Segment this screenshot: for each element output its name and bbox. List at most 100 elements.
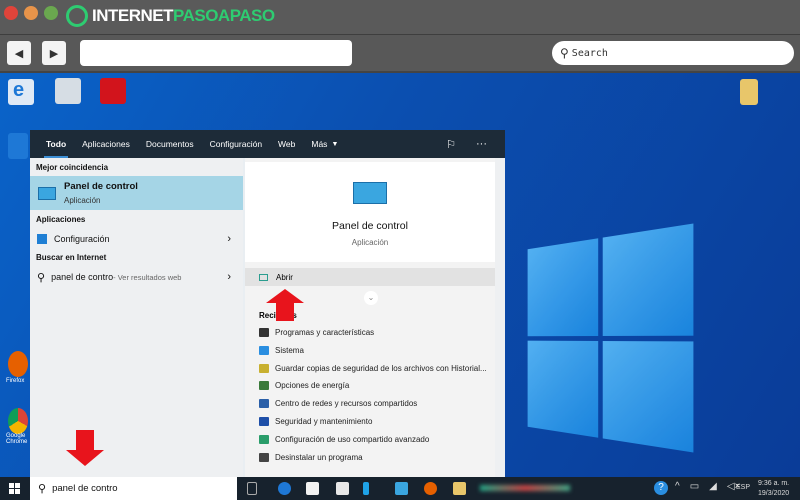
- back-button[interactable]: ◀: [7, 41, 31, 65]
- blurred-taskbar-item: [480, 485, 570, 491]
- recent-item[interactable]: Desinstalar un programa: [259, 453, 363, 462]
- tab-configuracion[interactable]: Configuración: [202, 130, 270, 158]
- chevron-right-icon: ›: [227, 233, 231, 245]
- search-icon: ⚲: [38, 482, 46, 495]
- internet-explorer-icon[interactable]: e: [8, 79, 34, 105]
- caret-down-icon: ▼: [331, 141, 338, 148]
- browser-search-input[interactable]: ⚲ Search: [552, 41, 794, 65]
- recent-item[interactable]: Centro de redes y recursos compartidos: [259, 399, 417, 408]
- app-icon[interactable]: [363, 482, 369, 495]
- recent-item-icon: [259, 346, 269, 355]
- recent-item[interactable]: Guardar copias de seguridad de los archi…: [259, 364, 487, 373]
- app-result-label: Configuración: [54, 234, 110, 244]
- settings-gear-icon: [37, 234, 47, 244]
- clock-date: 19/3/2020: [758, 489, 789, 499]
- recent-item-label: Configuración de uso compartido avanzado: [275, 435, 429, 444]
- apps-header: Aplicaciones: [36, 215, 85, 224]
- site-logo: INTERNET PASOAPASO: [66, 3, 275, 29]
- more-options-icon[interactable]: ···: [476, 138, 487, 151]
- recent-item-label: Seguridad y mantenimiento: [275, 417, 372, 426]
- preview-title: Panel de control: [245, 220, 495, 232]
- chevron-up-icon[interactable]: ^: [675, 481, 680, 492]
- search-icon: ⚲: [37, 271, 45, 284]
- best-match-header: Mejor coincidencia: [36, 163, 108, 172]
- recent-item-icon: [259, 328, 269, 337]
- recent-item-label: Sistema: [275, 346, 304, 355]
- tab-mas[interactable]: Más ▼: [303, 130, 346, 158]
- recent-item[interactable]: Opciones de energía: [259, 381, 349, 390]
- scrollbar[interactable]: [495, 158, 505, 477]
- tab-aplicaciones[interactable]: Aplicaciones: [74, 130, 138, 158]
- firefox-taskbar-icon[interactable]: [424, 482, 437, 495]
- minimize-window-button[interactable]: [24, 6, 38, 20]
- maximize-window-button[interactable]: [44, 6, 58, 20]
- tab-web[interactable]: Web: [270, 130, 303, 158]
- windows-start-icon[interactable]: [9, 483, 20, 494]
- recent-item-label: Desinstalar un programa: [275, 453, 363, 462]
- recent-item[interactable]: Sistema: [259, 346, 304, 355]
- red-arrow-up: [266, 289, 304, 321]
- best-match-result[interactable]: Panel de control Aplicación: [30, 176, 243, 210]
- battery-icon[interactable]: ▭: [690, 481, 699, 492]
- help-icon[interactable]: ?: [654, 481, 668, 495]
- red-arrow-down: [66, 430, 104, 466]
- browser-nav-bar: ◀ ▶ ⚲ Search: [0, 35, 800, 73]
- open-action[interactable]: Abrir: [245, 268, 495, 286]
- system-tray: ^ ▭ ◢ ◁×: [675, 481, 740, 492]
- browser-title-bar: INTERNET PASOAPASO: [0, 0, 800, 35]
- edge-taskbar-icon[interactable]: [278, 482, 291, 495]
- web-suffix: - Ver resultados web: [113, 273, 181, 282]
- recent-item-label: Centro de redes y recursos compartidos: [275, 399, 417, 408]
- preview-subtitle: Aplicación: [245, 238, 495, 247]
- best-match-subtitle: Aplicación: [64, 196, 138, 205]
- recent-item-icon: [259, 381, 269, 390]
- search-tabs: Todo Aplicaciones Documentos Configuraci…: [30, 130, 505, 158]
- windows-logo-wallpaper: [528, 223, 694, 452]
- wifi-icon[interactable]: ◢: [709, 481, 717, 492]
- web-query: panel de contro: [51, 272, 113, 282]
- recent-item[interactable]: Seguridad y mantenimiento: [259, 417, 372, 426]
- feedback-icon[interactable]: ⚐: [446, 138, 456, 151]
- clock[interactable]: 9:36 a. m. 19/3/2020: [758, 479, 789, 499]
- firefox-label: Firefox: [6, 378, 24, 384]
- firefox-icon[interactable]: [8, 351, 28, 377]
- recent-item-icon: [259, 453, 269, 462]
- recent-item-icon: [259, 417, 269, 426]
- tab-todo[interactable]: Todo: [38, 130, 74, 158]
- chevron-right-icon: ›: [227, 271, 231, 283]
- expand-chevron-icon[interactable]: ⌄: [364, 291, 378, 305]
- file-explorer-icon[interactable]: [453, 482, 466, 495]
- recent-item-icon: [259, 435, 269, 444]
- store-icon[interactable]: [306, 482, 319, 495]
- mail-icon[interactable]: [395, 482, 408, 495]
- folder-icon[interactable]: [740, 79, 758, 105]
- results-pane: Mejor coincidencia Panel de control Apli…: [30, 158, 243, 477]
- address-bar[interactable]: [80, 40, 352, 66]
- language-indicator[interactable]: ESP: [736, 484, 750, 491]
- preview-header: Panel de control Aplicación: [245, 162, 495, 262]
- recent-item-label: Guardar copias de seguridad de los archi…: [275, 364, 487, 373]
- dropbox-icon[interactable]: [336, 482, 349, 495]
- app-result-configuracion[interactable]: Configuración ›: [30, 230, 243, 248]
- task-view-icon[interactable]: [247, 482, 257, 495]
- taskbar-search-value: panel de contro: [52, 483, 118, 494]
- tab-bar-actions: ⚐ ···: [446, 138, 505, 151]
- forward-arrow-icon: ▶: [50, 47, 58, 60]
- tab-mas-label: Más: [311, 139, 327, 149]
- recent-item[interactable]: Programas y características: [259, 328, 374, 337]
- tab-documentos[interactable]: Documentos: [138, 130, 202, 158]
- logo-text: INTERNET: [92, 6, 173, 26]
- web-result[interactable]: ⚲ panel de contro - Ver resultados web ›: [30, 268, 243, 286]
- recent-item[interactable]: Configuración de uso compartido avanzado: [259, 435, 429, 444]
- recycle-bin-icon[interactable]: [55, 78, 81, 104]
- chrome-icon[interactable]: [8, 408, 28, 434]
- recent-item-label: Programas y características: [275, 328, 374, 337]
- logo-text-accent: PASOAPASO: [173, 6, 275, 26]
- recent-item-label: Opciones de energía: [275, 381, 349, 390]
- adobe-creative-cloud-icon[interactable]: [100, 78, 126, 104]
- close-window-button[interactable]: [4, 6, 18, 20]
- taskbar-search-input[interactable]: ⚲ panel de contro: [30, 477, 237, 500]
- forward-button[interactable]: ▶: [42, 41, 66, 65]
- edge-icon[interactable]: [8, 133, 28, 159]
- recent-item-icon: [259, 399, 269, 408]
